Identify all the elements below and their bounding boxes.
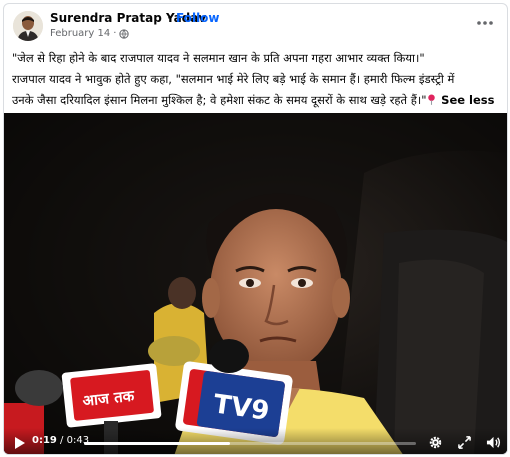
- time-separator: /: [56, 435, 67, 446]
- play-icon[interactable]: [14, 436, 26, 450]
- video-time: 0:19 / 0:43: [32, 435, 89, 446]
- volume-icon[interactable]: [486, 435, 501, 450]
- post-caption: "जेल से रिहा होने के बाद राजपाल यादव ने …: [12, 48, 504, 111]
- video-controls: 0:19 / 0:43: [4, 428, 507, 454]
- caption-line-2: राजपाल यादव ने भावुक होते हुए कहा, "सलमा…: [12, 72, 455, 86]
- caption-line-1: "जेल से रिहा होने के बाद राजपाल यादव ने …: [12, 51, 425, 65]
- video-player[interactable]: आज तक TV9 0:19 / 0:43: [4, 113, 507, 454]
- author-avatar[interactable]: [13, 11, 43, 41]
- caption-line-3-text: उनके जैसा दरियादिल इंसान मिलना मुश्किल ह…: [12, 93, 427, 107]
- progress-bar[interactable]: [84, 442, 416, 445]
- video-frame: आज तक TV9: [4, 113, 507, 454]
- progress-fill: [84, 442, 231, 445]
- gear-icon[interactable]: [428, 435, 443, 450]
- expand-icon[interactable]: [458, 436, 471, 449]
- current-time: 0:19: [32, 435, 57, 446]
- follow-button[interactable]: Follow: [176, 11, 220, 25]
- post-date[interactable]: February 14: [50, 28, 110, 39]
- post-header: Surendra Pratap Yadav · Follow February …: [4, 4, 507, 46]
- post-card: Surendra Pratap Yadav · Follow February …: [3, 3, 508, 455]
- see-less-link[interactable]: See less: [441, 93, 494, 107]
- post-meta: February 14 ·: [50, 28, 130, 39]
- caption-line-3: उनके जैसा दरियादिल इंसान मिलना मुश्किल ह…: [12, 90, 504, 111]
- more-horizontal-icon[interactable]: [475, 13, 495, 33]
- separator-dot: ·: [167, 11, 171, 25]
- round-pushpin-icon: [427, 94, 435, 105]
- globe-icon: [119, 28, 130, 39]
